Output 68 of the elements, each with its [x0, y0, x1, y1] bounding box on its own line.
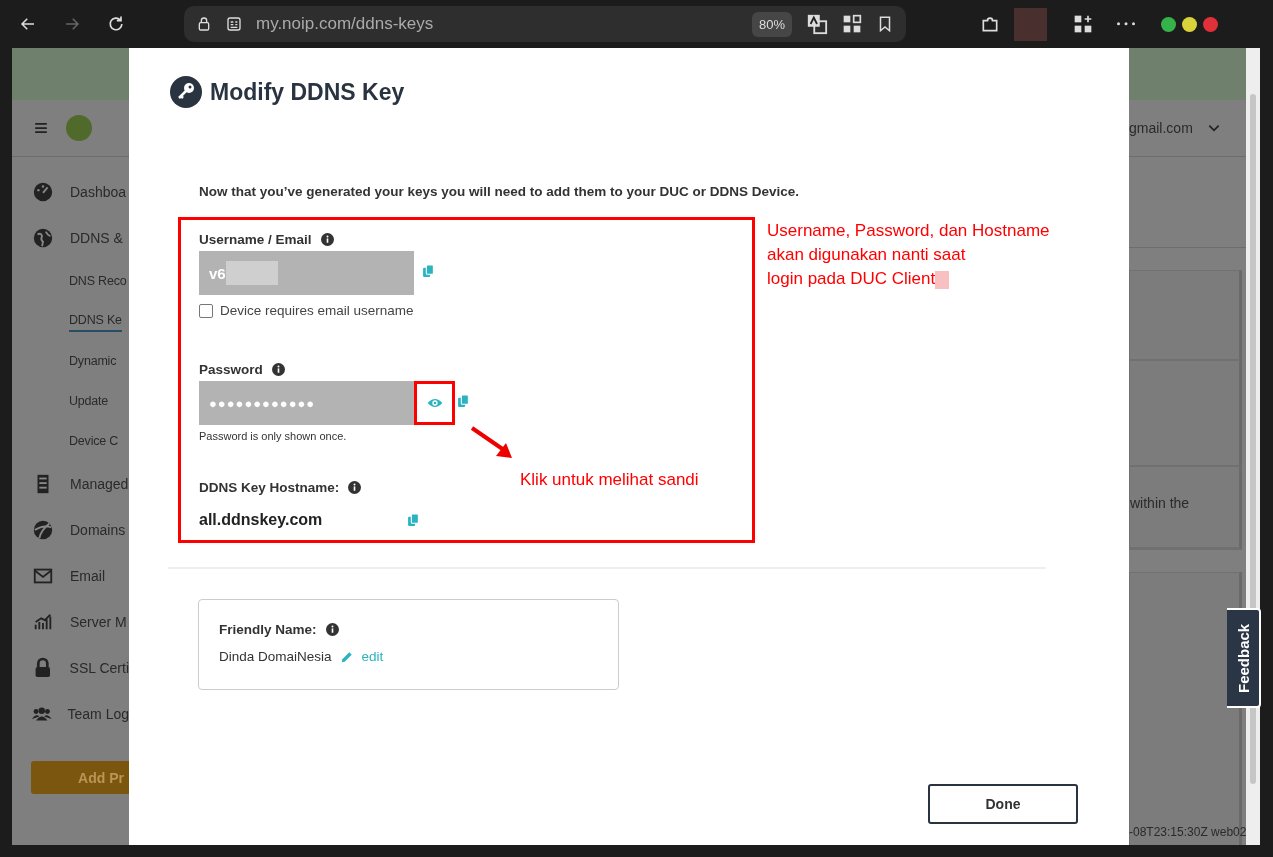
info-icon	[271, 363, 285, 376]
logo-icon	[66, 115, 92, 141]
maximize-button[interactable]	[1182, 16, 1197, 32]
username-field[interactable]: v6	[199, 251, 414, 295]
checkbox-label: Device requires email username	[220, 303, 414, 318]
close-button[interactable]	[1203, 16, 1218, 32]
sidebar-item[interactable]: Device C	[69, 431, 119, 451]
copy-icon	[407, 513, 420, 527]
menu-icon	[34, 121, 48, 135]
sidebar-item[interactable]: Dashboa	[70, 181, 127, 203]
field-label: Password	[199, 362, 263, 377]
field-label: DDNS Key Hostname:	[199, 480, 340, 495]
apps-add-icon	[1073, 14, 1093, 34]
sidebar-item[interactable]: Update	[69, 391, 109, 411]
hostname-value: all.ddnskey.com	[199, 511, 324, 529]
reload-icon	[106, 14, 126, 34]
info-icon	[320, 233, 334, 246]
sidebar-item[interactable]: Domains	[70, 519, 126, 541]
info-icon	[348, 481, 362, 494]
sidebar-item[interactable]: DNS Reco	[69, 271, 127, 291]
field-label: Friendly Name:	[219, 622, 317, 637]
sidebar-item[interactable]: Managed	[70, 473, 129, 495]
card-text: within the	[1130, 494, 1191, 511]
copy-icon	[457, 394, 470, 408]
show-password-button[interactable]	[414, 381, 455, 425]
annotation-text: Klik untuk melihat sandi	[520, 470, 699, 490]
arrow-icon	[470, 426, 514, 460]
edit-link[interactable]: edit	[361, 649, 384, 664]
redaction	[225, 261, 278, 285]
site-info-icon	[226, 16, 242, 32]
password-field[interactable]: ●●●●●●●●●●●●	[199, 381, 414, 425]
add-button[interactable]: Add Pr	[31, 761, 129, 794]
arrow-right-icon	[63, 15, 81, 33]
copy-icon	[422, 264, 435, 278]
feedback-tab[interactable]: Feedback	[1227, 608, 1261, 708]
account-email[interactable]: gmail.com	[1129, 120, 1193, 136]
translate-icon	[806, 13, 828, 35]
arrow-left-icon	[19, 15, 37, 33]
grid-icon	[842, 14, 862, 34]
address-bar[interactable]: my.noip.com/ddns-keys 80%	[184, 6, 906, 42]
hint-text: Password is only shown once.	[199, 430, 348, 442]
dialog-title: Modify DDNS Key	[210, 78, 405, 106]
url-text: my.noip.com/ddns-keys	[256, 14, 435, 34]
pencil-icon	[339, 649, 354, 664]
zoom-level[interactable]: 80%	[751, 11, 792, 37]
checkbox[interactable]	[199, 303, 213, 318]
annotation-text: Username, Password, dan Hostname akan digunakan nanti saat login pada DUC Client	[767, 220, 1050, 291]
sidebar-item[interactable]: Team Log	[67, 703, 129, 725]
more-icon	[1117, 22, 1135, 26]
sidebar-item[interactable]: Email	[70, 565, 105, 587]
footer-text: -08T23:15:30Z web02	[1129, 825, 1246, 839]
lock-icon	[196, 16, 212, 32]
done-button[interactable]: Done	[928, 784, 1078, 824]
sidebar-item[interactable]: Dynamic	[69, 351, 117, 371]
sidebar-item[interactable]: DDNS &	[70, 227, 123, 249]
sidebar-item[interactable]: DDNS Ke	[69, 310, 122, 332]
info-icon	[325, 623, 339, 636]
intro-text: Now that you’ve generated your keys you will need to add them to your DUC or DDNS Device.	[199, 184, 801, 199]
eye-icon	[426, 397, 443, 409]
gauge-icon	[32, 181, 54, 203]
sidebar-item[interactable]: Server M	[70, 611, 127, 633]
friendly-name-value: Dinda DomaiNesia	[219, 649, 332, 664]
minimize-button[interactable]	[1161, 16, 1176, 32]
sidebar-item[interactable]: SSL Certi	[69, 657, 129, 679]
field-label: Username / Email	[199, 232, 312, 247]
globe-icon	[32, 519, 54, 541]
key-icon	[170, 76, 202, 108]
globe-icon	[32, 227, 54, 249]
